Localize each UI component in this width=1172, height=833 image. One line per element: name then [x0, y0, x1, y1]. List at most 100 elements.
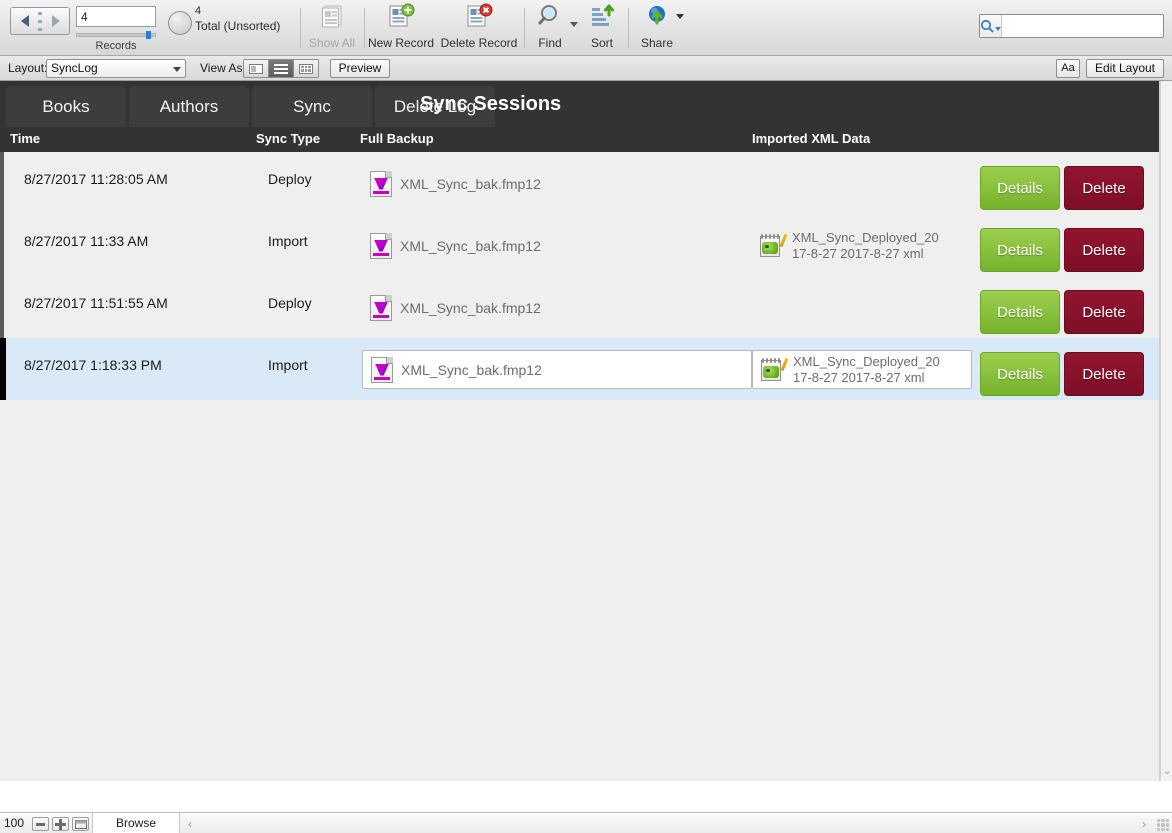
row-imported-xml-field[interactable]: XML_Sync_Deployed_20 17-8-27 2017-8-27 x… — [752, 350, 972, 389]
record-slider[interactable] — [76, 31, 156, 39]
toggle-status-area-button[interactable] — [72, 817, 89, 831]
chevron-down-icon — [173, 67, 181, 72]
row-xml-filename-line1: XML_Sync_Deployed_20 — [792, 229, 939, 245]
fmp12-file-icon — [370, 232, 392, 259]
fmp12-file-icon — [371, 356, 393, 383]
scroll-left-chevron-icon[interactable]: ‹ — [188, 817, 192, 831]
column-header-full-backup: Full Backup — [360, 131, 434, 146]
fmp12-file-icon — [370, 170, 392, 197]
sort-label: Sort — [590, 36, 613, 50]
delete-button[interactable]: Delete — [1064, 228, 1144, 272]
main-toolbar: 4 Records 4 Total (Unsorted) Show All Ne… — [0, 0, 1172, 56]
delete-button[interactable]: Delete — [1064, 352, 1144, 396]
records-label: Records — [95, 40, 137, 52]
row-imported-xml-field[interactable]: XML_Sync_Deployed_20 17-8-27 2017-8-27 x… — [752, 226, 972, 265]
new-record-icon — [368, 3, 434, 34]
row-backup-filename: XML_Sync_bak.fmp12 — [401, 361, 542, 378]
row-full-backup-field[interactable]: XML_Sync_bak.fmp12 — [362, 350, 752, 389]
tab-sync-label: Sync — [293, 96, 331, 116]
row-xml-filename: XML_Sync_Deployed_20 17-8-27 2017-8-27 x… — [792, 230, 939, 262]
table-row[interactable]: 8/27/2017 11:51:55 AM Deploy XML_Sync_ba… — [0, 276, 1159, 338]
share-label: Share — [640, 36, 674, 50]
delete-record-button[interactable]: Delete Record — [440, 3, 518, 50]
sort-ascending-icon — [580, 4, 624, 34]
row-backup-filename: XML_Sync_bak.fmp12 — [400, 237, 541, 254]
row-backup-filename: XML_Sync_bak.fmp12 — [400, 175, 541, 192]
slider-thumb[interactable] — [146, 31, 151, 39]
xml-notepad-icon — [761, 357, 789, 382]
details-button[interactable]: Details — [980, 290, 1060, 334]
row-full-backup-field[interactable]: XML_Sync_bak.fmp12 — [362, 164, 752, 203]
row-indicator-bar — [0, 152, 4, 214]
column-header-imported-xml: Imported XML Data — [752, 131, 871, 146]
new-record-label: New Record — [368, 36, 435, 50]
edit-layout-button[interactable]: Edit Layout — [1086, 59, 1164, 78]
fmp12-file-icon — [370, 294, 392, 321]
row-full-backup-field[interactable]: XML_Sync_bak.fmp12 — [362, 288, 752, 327]
share-dropdown-chevron-icon[interactable] — [676, 14, 684, 19]
records-list: 8/27/2017 11:28:05 AM Deploy XML_Sync_ba… — [0, 152, 1159, 781]
text-format-button[interactable]: Aa — [1056, 59, 1080, 78]
delete-button[interactable]: Delete — [1064, 290, 1144, 334]
magnifier-icon — [528, 4, 572, 34]
view-as-segmented-control[interactable] — [243, 59, 319, 78]
find-dropdown-chevron-icon[interactable] — [570, 22, 578, 27]
view-as-form-button[interactable] — [244, 60, 269, 77]
tab-authors-label: Authors — [159, 96, 219, 116]
next-record-button[interactable] — [42, 9, 69, 33]
table-row-selected[interactable]: 8/27/2017 1:18:33 PM Import XML_Sync_bak… — [0, 338, 1159, 400]
delete-button[interactable]: Delete — [1064, 166, 1144, 210]
share-button[interactable]: Share — [634, 4, 680, 50]
view-as-table-button[interactable] — [294, 60, 318, 77]
previous-arrow-icon — [20, 15, 29, 27]
record-number-field[interactable]: 4 — [76, 6, 156, 27]
zoom-in-icon — [55, 818, 66, 830]
vertical-scrollbar[interactable]: ⌄ — [1160, 81, 1172, 781]
show-all-button[interactable]: Show All — [304, 4, 360, 50]
resize-grip-icon[interactable] — [1157, 819, 1169, 831]
search-dropdown-chevron-icon[interactable] — [995, 26, 1001, 31]
tab-books-label: Books — [42, 96, 90, 116]
row-time-value: 8/27/2017 11:51:55 AM — [24, 295, 168, 311]
layout-select[interactable]: SyncLog — [46, 59, 186, 78]
filemaker-window: 4 Records 4 Total (Unsorted) Show All Ne… — [0, 0, 1172, 833]
layout-select-value: SyncLog — [51, 61, 98, 75]
status-bar: 100 Browse ‹ › — [0, 812, 1172, 833]
table-row[interactable]: 8/27/2017 11:28:05 AM Deploy XML_Sync_ba… — [0, 152, 1159, 214]
mode-selector[interactable]: Browse — [92, 813, 180, 833]
table-row[interactable]: 8/27/2017 11:33 AM Import XML_Sync_bak.f… — [0, 214, 1159, 276]
toolbar-separator — [524, 8, 525, 48]
previous-record-button[interactable] — [11, 9, 38, 33]
new-record-button[interactable]: New Record — [368, 3, 435, 50]
tab-authors[interactable]: Authors — [129, 86, 249, 127]
record-navigation-book[interactable] — [10, 7, 70, 35]
tab-books[interactable]: Books — [6, 86, 126, 127]
row-indicator-bar — [0, 214, 4, 276]
scroll-right-chevron-icon[interactable]: › — [1142, 817, 1146, 831]
find-button[interactable]: Find — [528, 4, 572, 50]
tab-sync[interactable]: Sync — [252, 86, 372, 127]
zoom-out-button[interactable] — [32, 817, 49, 831]
view-as-list-button[interactable] — [269, 60, 294, 77]
details-button[interactable]: Details — [980, 166, 1060, 210]
zoom-in-button[interactable] — [52, 817, 69, 831]
show-all-label: Show All — [308, 36, 356, 50]
row-sync-type-value: Deploy — [268, 295, 312, 311]
search-input[interactable] — [1002, 16, 1165, 36]
zoom-level-value[interactable]: 100 — [4, 816, 24, 830]
preview-button[interactable]: Preview — [330, 59, 390, 78]
details-button[interactable]: Details — [980, 228, 1060, 272]
layout-bar: Layout: SyncLog View As: Preview Aa Edit… — [0, 56, 1172, 81]
quick-find-container[interactable] — [979, 14, 1165, 38]
delete-record-icon — [440, 3, 518, 34]
row-indicator-bar — [0, 338, 6, 400]
details-button[interactable]: Details — [980, 352, 1060, 396]
row-full-backup-field[interactable]: XML_Sync_bak.fmp12 — [362, 226, 752, 265]
row-time-value: 8/27/2017 11:28:05 AM — [24, 171, 168, 187]
zoom-out-icon — [36, 822, 45, 826]
search-icon[interactable] — [980, 15, 1002, 37]
scroll-down-chevron-icon[interactable]: ⌄ — [1163, 766, 1171, 777]
layout-content: Books Authors Sync Delete Log Sync Sessi… — [0, 81, 1160, 781]
sort-status-indicator — [168, 11, 192, 35]
sort-button[interactable]: Sort — [580, 4, 624, 50]
